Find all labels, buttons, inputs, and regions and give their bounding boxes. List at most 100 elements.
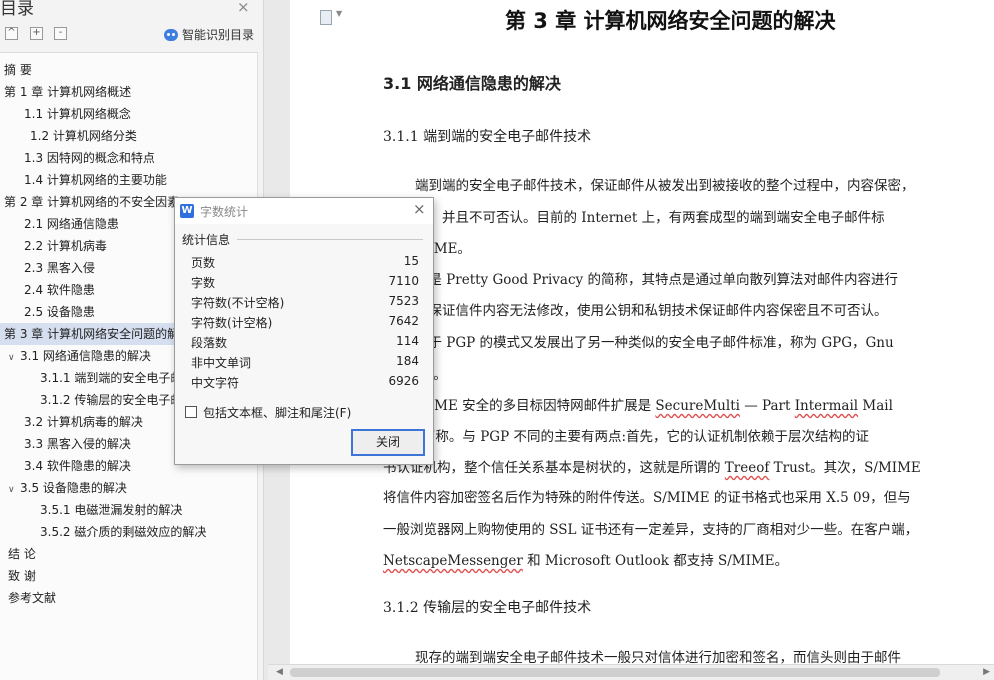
close-button[interactable]: 关闭 (351, 429, 425, 456)
body-line: 基于 PGP 的模式又发展出了另一种类似的安全电子邮件标准，称为 GPG，Gnu (415, 335, 894, 351)
outline-item-label: 2.5 设备隐患 (24, 305, 95, 319)
stat-label: 字数 (191, 276, 216, 290)
body-line: P 是 Pretty Good Privacy 的简称，其特点是通过单向散列算法… (415, 272, 898, 288)
outline-item[interactable]: 1.4 计算机网络的主要功能 (0, 169, 282, 191)
chapter-title: 第 3 章 计算机网络安全问题的解决 (505, 9, 836, 33)
dialog-title: 字数统计 (200, 205, 249, 219)
app-logo-icon: W (180, 204, 194, 218)
word-count-dialog: W 字数统计 × 统计信息 页数 15 字数 7110 字符数(不计空格) 7523 字符数… (174, 197, 434, 465)
dialog-titlebar[interactable]: W 字数统计 × (175, 198, 433, 224)
outline-item-label: 1.1 计算机网络概念 (24, 107, 131, 121)
outline-item-label: 第 3 章 计算机网络安全问题的解决 (4, 327, 192, 341)
divider (237, 239, 423, 240)
spelling-flag: Intermail (794, 398, 859, 414)
checkbox-icon[interactable] (185, 406, 197, 418)
outline-item-label: 参考文献 (8, 591, 57, 605)
stat-label: 非中文单词 (191, 356, 252, 370)
outline-item[interactable]: 摘 要 (0, 59, 262, 81)
stat-row: 段落数 114 (191, 334, 419, 354)
outline-item-label: 2.4 软件隐患 (24, 283, 95, 297)
outline-item[interactable]: 参考文献 (0, 587, 266, 609)
scrollbar-thumb[interactable] (290, 668, 940, 677)
body-line: 以保证信件内容无法修改，使用公钥和私钥技术保证邮件内容保密且不可否认。 (415, 303, 888, 319)
stat-row: 页数 15 (191, 254, 419, 274)
document-icon[interactable] (320, 10, 332, 25)
spelling-flag: SecureMulti (655, 398, 740, 414)
chevron-down-icon[interactable]: ∨ (8, 479, 20, 499)
stat-label: 中文字符 (191, 376, 240, 390)
outline-item-label: 第 1 章 计算机网络概述 (4, 85, 132, 99)
stat-row: 字数 7110 (191, 274, 419, 294)
stat-value: 6926 (388, 374, 419, 388)
scroll-right-icon[interactable]: ▶ (983, 667, 990, 677)
outline-item[interactable]: 致 谢 (0, 565, 266, 587)
expand-icon[interactable]: + (30, 27, 43, 40)
outline-item-label: 3.5.2 磁介质的剩磁效应的解决 (40, 525, 207, 539)
chevron-down-icon[interactable]: ∨ (8, 347, 20, 367)
stat-label: 字符数(不计空格) (191, 296, 285, 310)
body-line: 一般浏览器网上购物使用的 SSL 证书还有一定差异，支持的厂商相对少一些。在客户… (383, 522, 919, 538)
dialog-close-icon[interactable]: × (413, 200, 426, 218)
outline-item-label: 3.5.1 电磁泄漏发射的解决 (40, 503, 183, 517)
collapse-icon[interactable]: - (54, 27, 67, 40)
chevron-down-icon[interactable]: ▼ (336, 9, 342, 18)
outline-item-label: 2.3 黑客入侵 (24, 261, 95, 275)
outline-item-label: 3.3 黑客入侵的解决 (24, 437, 131, 451)
subsection-heading: 3.1.1 端到端的安全电子邮件技术 (383, 129, 592, 145)
horizontal-scrollbar[interactable]: ◀ ▶ (268, 664, 994, 680)
stat-value: 184 (396, 354, 419, 368)
outline-item[interactable]: 第 1 章 计算机网络概述 (0, 81, 262, 103)
outline-item[interactable]: 3.5.1 电磁泄漏发射的解决 (0, 499, 298, 521)
outline-item[interactable]: 1.3 因特网的概念和特点 (0, 147, 282, 169)
stat-label: 页数 (191, 256, 216, 270)
outline-item[interactable]: 1.2 计算机网络分类 (0, 125, 288, 147)
body-line: 书认证机构，整个信任关系基本是树状的，这就是所谓的 Treeof Trust。其… (383, 460, 921, 476)
outline-item-label: 3.2 计算机病毒的解决 (24, 415, 143, 429)
include-footnotes-checkbox[interactable]: 包括文本框、脚注和尾注(F) (185, 404, 351, 420)
outline-title: 目录 (0, 0, 34, 19)
outline-item-label: 3.1 网络通信隐患的解决 (20, 349, 151, 363)
stats-group-label: 统计信息 (182, 233, 231, 247)
stat-value: 7523 (388, 294, 419, 308)
stat-value: 7642 (388, 314, 419, 328)
stat-label: 段落数 (191, 336, 228, 350)
stat-label: 字符数(计空格) (191, 316, 273, 330)
body-line: 现存的端到端安全电子邮件技术一般只对信体进行加密和签名，而信头则由于邮件 (415, 650, 901, 664)
body-line: ion 的简称。与 PGP 不同的主要有两点:首先，它的认证机制依赖于层次结构的… (383, 429, 870, 445)
outline-item[interactable]: ∨ 3.5 设备隐患的解决 (0, 477, 266, 499)
outline-item[interactable]: 结 论 (0, 543, 266, 565)
outline-item-label: 3.5 设备隐患的解决 (20, 481, 127, 495)
outline-item-label: 1.4 计算机网络的主要功能 (24, 173, 167, 187)
body-line: NetscapeMessenger 和 Microsoft Outlook 都支… (383, 553, 789, 569)
stat-row: 中文字符 6926 (191, 374, 419, 394)
spelling-flag: Treeof (724, 460, 770, 476)
stat-row: 字符数(计空格) 7642 (191, 314, 419, 334)
outline-item-label: 致 谢 (8, 569, 36, 583)
outline-close-icon[interactable]: × (237, 0, 250, 16)
outline-item-label: 2.1 网络通信隐患 (24, 217, 119, 231)
outline-item-label: 3.4 软件隐患的解决 (24, 459, 131, 473)
subsection-heading: 3.1.2 传输层的安全电子邮件技术 (383, 600, 592, 616)
outline-item[interactable]: 3.5.2 磁介质的剩磁效应的解决 (0, 521, 298, 543)
body-line: MIME 安全的多目标因特网邮件扩展是 SecureMulti — Part I… (415, 398, 893, 414)
checkbox-label: 包括文本框、脚注和尾注(F) (203, 405, 352, 420)
spelling-flag: NetscapeMessenger (383, 553, 523, 569)
collapse-all-icon[interactable]: ^ (5, 27, 18, 40)
scroll-left-icon[interactable]: ◀ (276, 667, 283, 677)
stat-value: 7110 (388, 274, 419, 288)
stat-value: 114 (396, 334, 419, 348)
outline-item-label: 1.3 因特网的概念和特点 (24, 151, 155, 165)
section-heading: 3.1 网络通信隐患的解决 (383, 74, 561, 93)
body-line: 将信件内容加密签名后作为特殊的附件传送。S/MIME 的证书格式也采用 X.5 … (383, 490, 911, 506)
stat-row: 非中文单词 184 (191, 354, 419, 374)
outline-item-label: 2.2 计算机病毒 (24, 239, 107, 253)
smart-toc-label: 智能识别目录 (182, 28, 255, 42)
smart-toc-icon (164, 28, 178, 41)
outline-item-label: 1.2 计算机网络分类 (30, 129, 137, 143)
outline-item-label: 摘 要 (4, 63, 32, 77)
stat-row: 字符数(不计空格) 7523 (191, 294, 419, 314)
stat-value: 15 (403, 254, 419, 268)
smart-toc-button[interactable]: 智能识别目录 (164, 26, 254, 43)
outline-item-label: 第 2 章 计算机网络的不安全因素 (4, 195, 180, 209)
outline-item[interactable]: 1.1 计算机网络概念 (0, 103, 282, 125)
